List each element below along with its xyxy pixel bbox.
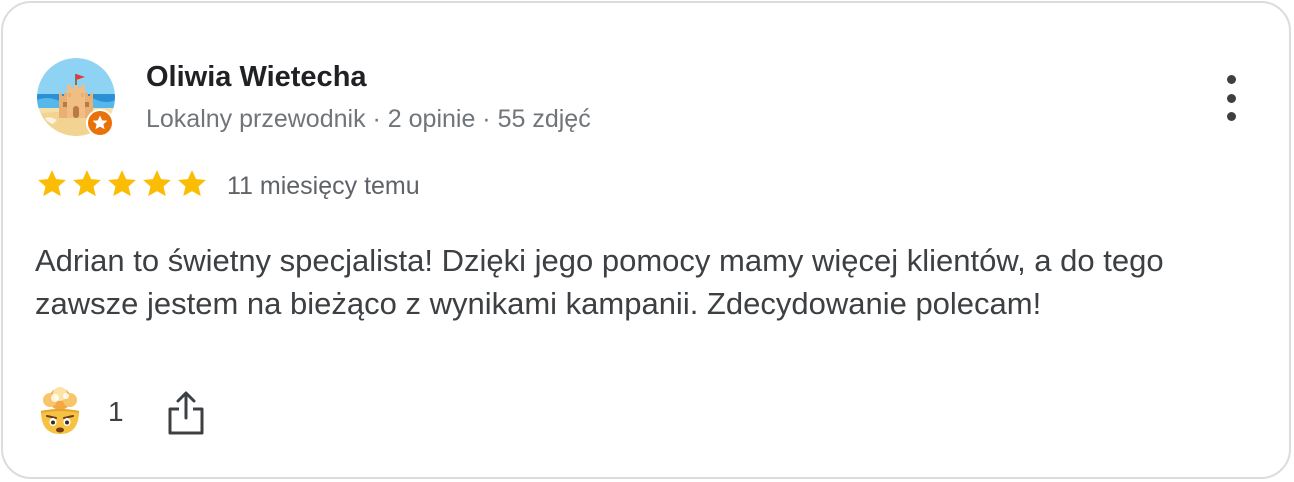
share-icon[interactable] xyxy=(165,388,207,438)
more-vertical-icon-dot xyxy=(1226,112,1236,121)
more-vertical-icon-dot xyxy=(1226,75,1236,84)
reaction-count: 1 xyxy=(108,396,124,427)
local-guide-badge-icon xyxy=(86,109,114,137)
review-card: Oliwia Wietecha Lokalny przewodnik · 2 o… xyxy=(1,1,1291,479)
review-text: Adrian to świetny specjalista! Dzięki je… xyxy=(35,243,1164,321)
more-vertical-icon-dot xyxy=(1226,93,1236,103)
review-time: 11 miesięcy temu xyxy=(227,172,420,200)
author-meta: Lokalny przewodnik · 2 opinie · 55 zdjęć xyxy=(146,105,591,133)
star-icon xyxy=(143,170,171,197)
star-rating xyxy=(35,167,209,203)
star-icon xyxy=(178,170,206,197)
author-avatar[interactable] xyxy=(37,58,115,137)
more-options-button[interactable] xyxy=(1213,75,1249,121)
mind-blown-emoji-icon[interactable] xyxy=(35,387,85,437)
star-icon xyxy=(38,170,66,197)
author-name[interactable]: Oliwia Wietecha xyxy=(146,61,367,94)
star-icon xyxy=(108,170,136,197)
star-icon xyxy=(73,170,101,197)
